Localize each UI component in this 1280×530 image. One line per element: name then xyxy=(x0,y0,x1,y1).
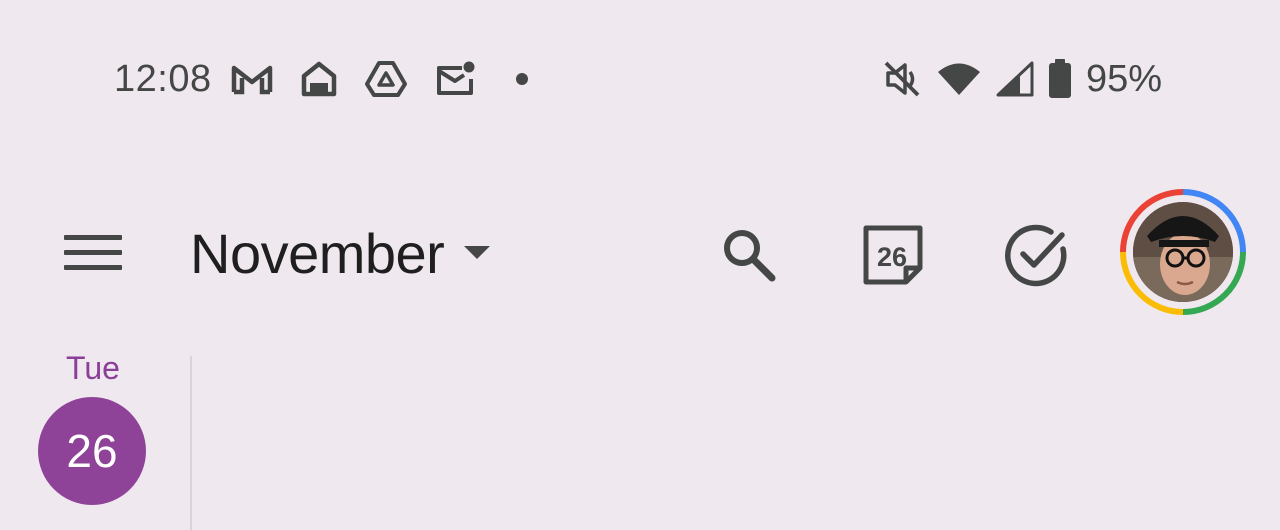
avatar xyxy=(1133,202,1233,302)
today-date-label: 26 xyxy=(876,241,908,272)
gmail-icon xyxy=(230,62,274,96)
battery-percentage: 95% xyxy=(1085,57,1162,100)
search-button[interactable] xyxy=(712,218,786,292)
hamburger-menu-icon xyxy=(64,235,122,270)
home-icon xyxy=(300,61,338,97)
mute-icon xyxy=(882,59,922,99)
day-header[interactable]: Tue 26 xyxy=(38,350,148,505)
account-avatar-button[interactable] xyxy=(1119,188,1247,316)
caret-down-icon xyxy=(464,246,491,260)
calendar-screen: 12:08 95% November 26 Tue 26 xyxy=(0,0,1280,530)
day-column-divider xyxy=(190,356,192,530)
cell-signal-icon xyxy=(996,61,1034,97)
status-time: 12:08 xyxy=(114,57,212,100)
check-circle-icon xyxy=(1005,224,1067,287)
status-bar-left: 12:08 xyxy=(114,56,528,102)
search-icon xyxy=(724,230,776,282)
profile-photo xyxy=(1133,202,1233,302)
weekday-label: Tue xyxy=(66,350,120,386)
mail-notification-icon xyxy=(434,61,476,97)
day-number: 26 xyxy=(66,425,118,477)
today-date-circle[interactable]: 26 xyxy=(38,397,146,505)
month-selector[interactable]: November xyxy=(190,218,491,288)
top-app-bar: November 26 xyxy=(0,180,1280,330)
status-bar: 12:08 95% xyxy=(0,0,1280,160)
month-title: November xyxy=(190,221,445,285)
jump-to-today-button[interactable]: 26 xyxy=(856,218,930,292)
menu-button[interactable] xyxy=(50,220,136,286)
drive-icon xyxy=(364,60,408,98)
status-bar-right: 95% xyxy=(882,56,1162,102)
tasks-button[interactable] xyxy=(1000,218,1074,292)
more-notifications-dot xyxy=(515,73,528,85)
battery-icon xyxy=(1048,59,1072,99)
wifi-icon xyxy=(936,61,982,97)
